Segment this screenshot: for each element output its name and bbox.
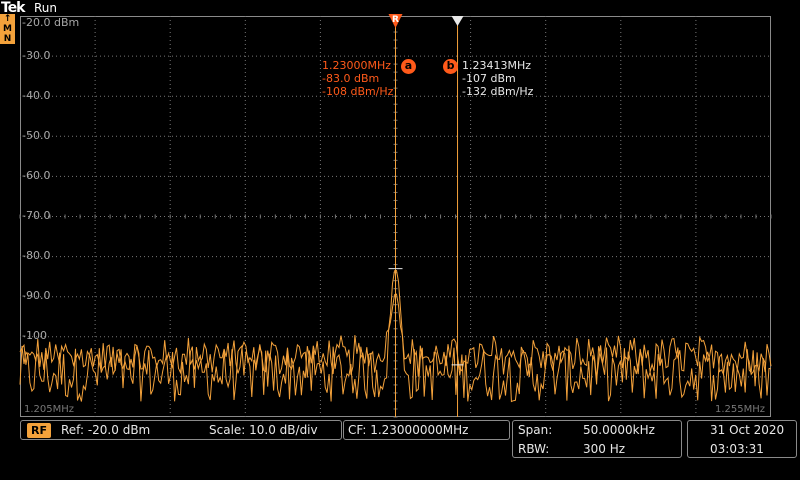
y-tick-label: -80.0 bbox=[22, 249, 51, 262]
y-tick-label: -30.0 bbox=[22, 49, 51, 62]
reference-level: Ref: -20.0 dBm bbox=[61, 423, 151, 437]
marker-b-readout: 1.23413MHz -107 dBm -132 dBm/Hz bbox=[462, 59, 533, 98]
marker-a-readout: 1.23000MHz -83.0 dBm -108 dBm/Hz bbox=[322, 59, 393, 98]
center-frequency: CF: 1.23000000MHz bbox=[348, 423, 469, 437]
vertical-scale: Scale: 10.0 dB/div bbox=[209, 423, 318, 437]
date-display: 31 Oct 2020 bbox=[710, 423, 785, 437]
span-value: 50.0000kHz bbox=[583, 423, 655, 437]
y-tick-label: -50.0 bbox=[22, 129, 51, 142]
rf-badge[interactable]: RF bbox=[27, 423, 51, 438]
y-tick-label: -60.0 bbox=[22, 169, 51, 182]
span-label: Span: bbox=[518, 423, 553, 437]
marker-b-level: -107 dBm bbox=[462, 72, 516, 85]
y-tick-label: -100 bbox=[22, 329, 47, 342]
y-tick-label: -90.0 bbox=[22, 289, 51, 302]
marker-a-badge[interactable]: a bbox=[401, 59, 416, 74]
marker-b-density: -132 dBm/Hz bbox=[462, 85, 534, 98]
stop-frequency-label: 1.255MHz bbox=[715, 404, 766, 415]
start-frequency-label: 1.205MHz bbox=[24, 404, 75, 415]
marker-a-level: -83.0 dBm bbox=[322, 72, 380, 85]
rbw-label: RBW: bbox=[518, 442, 550, 456]
marker-b-triangle bbox=[451, 16, 464, 26]
marker-a-triangle-label: R bbox=[392, 15, 399, 25]
y-tick-label: -70.0 bbox=[22, 209, 51, 222]
marker-b-frequency: 1.23413MHz bbox=[462, 59, 532, 72]
marker-a-frequency: 1.23000MHz bbox=[322, 59, 392, 72]
y-tick-label: -40.0 bbox=[22, 89, 51, 102]
rbw-value: 300 Hz bbox=[583, 442, 626, 456]
marker-b-badge[interactable]: b bbox=[443, 59, 458, 74]
y-tick-label: -20.0 dBm bbox=[22, 16, 80, 29]
time-display: 03:03:31 bbox=[710, 442, 764, 456]
marker-a-density: -108 dBm/Hz bbox=[322, 85, 394, 98]
spectrum-graticule[interactable]: R bbox=[0, 0, 800, 480]
